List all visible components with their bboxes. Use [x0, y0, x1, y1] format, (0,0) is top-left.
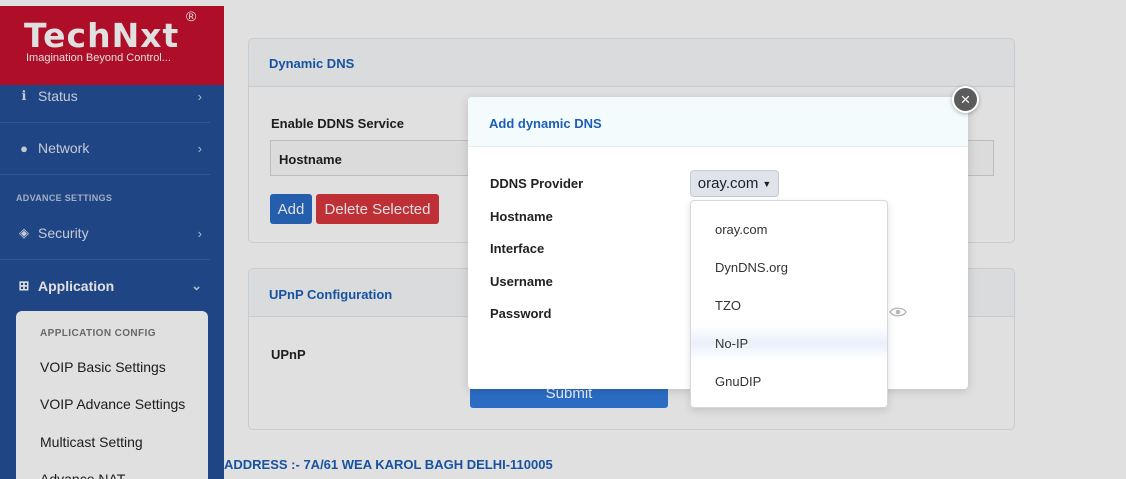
dropdown-option-oray[interactable]: oray.com — [691, 211, 887, 247]
password-label: Password — [490, 306, 552, 321]
dropdown-option-noip[interactable]: No-IP — [691, 325, 887, 361]
interface-label: Interface — [490, 241, 545, 256]
modal-header: Add dynamic DNS — [468, 97, 968, 147]
dropdown-option-gnudip[interactable]: GnuDIP — [691, 363, 887, 399]
dropdown-option-dyndns[interactable]: DynDNS.org — [691, 249, 887, 285]
ddns-provider-dropdown: oray.com DynDNS.org TZO No-IP GnuDIP — [690, 200, 888, 408]
close-icon[interactable]: × — [952, 86, 979, 113]
dropdown-option-tzo[interactable]: TZO — [691, 287, 887, 323]
caret-down-icon: ▼ — [762, 178, 772, 189]
modal-title: Add dynamic DNS — [489, 116, 602, 131]
ddns-provider-label: DDNS Provider — [490, 176, 584, 191]
submit-button[interactable]: Submit — [470, 389, 668, 408]
username-label: Username — [490, 274, 553, 289]
select-value: oray.com — [697, 175, 759, 192]
submit-button-label: Submit — [545, 389, 593, 402]
hostname-label: Hostname — [490, 209, 553, 224]
ddns-provider-select[interactable]: oray.com ▼ — [690, 170, 779, 197]
eye-icon[interactable] — [889, 305, 907, 319]
